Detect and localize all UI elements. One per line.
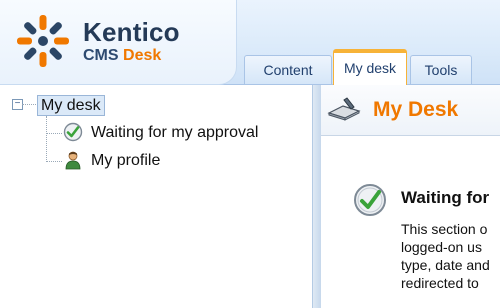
tree-connector [46,133,62,134]
section-description: This section o logged-on us type, date a… [401,220,500,292]
tree-connector [46,161,62,162]
logo-panel: Kentico CMS Desk [0,0,237,85]
description-line: logged-on us [401,239,482,255]
approval-check-icon [354,184,386,216]
description-line: type, date and [401,257,490,273]
tab-my-desk[interactable]: My desk [333,49,407,88]
tree-root-my-desk[interactable]: My desk [37,95,105,116]
kentico-logo-icon [17,15,69,67]
tree-item-waiting-for-approval[interactable]: Waiting for my approval [91,123,258,143]
product-name: CMS Desk [83,47,161,65]
tree-connector [22,104,36,105]
content-pane: My Desk Waiting for This section o logge… [321,85,500,308]
description-line: This section o [401,221,488,237]
user-profile-icon [65,151,81,170]
description-line: redirected to [401,275,479,291]
brand-name: Kentico [83,17,180,47]
product-prefix: CMS [83,47,119,64]
tree-item-my-profile[interactable]: My profile [91,151,160,171]
product-suffix: Desk [123,47,162,64]
page-title: My Desk [373,98,459,121]
tab-content[interactable]: Content [244,55,332,84]
app-header: Kentico CMS Desk Content My desk Tools [0,0,500,88]
page-header: My Desk [321,85,500,136]
approval-check-icon [63,122,83,142]
tab-tools[interactable]: Tools [410,55,472,84]
tree-connector [46,116,47,162]
desk-pen-icon [327,97,361,121]
section-title: Waiting for [401,188,490,207]
